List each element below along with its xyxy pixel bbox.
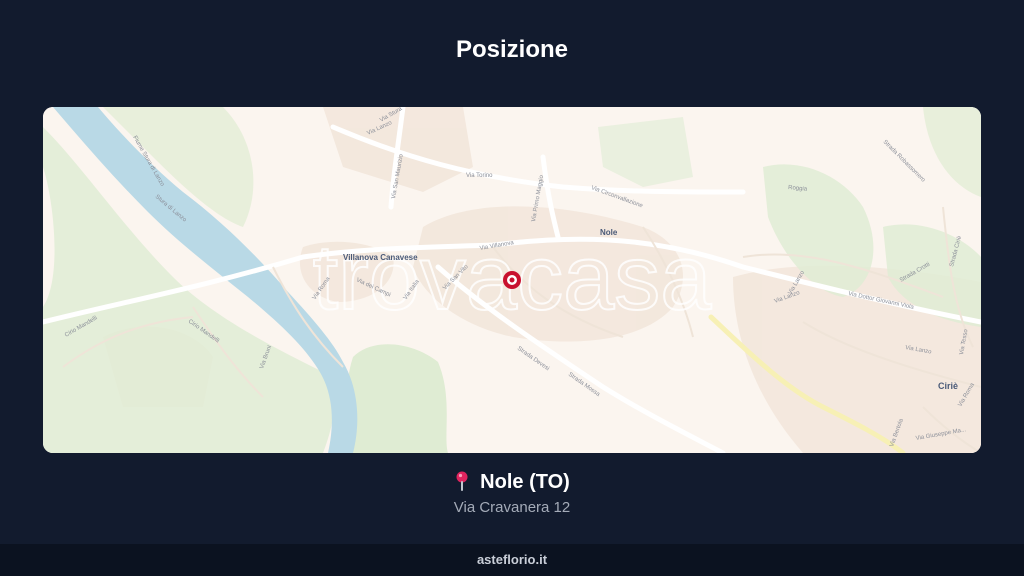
map-view[interactable]: trovacasa Villanova Canavese Nole Ciriè … <box>43 107 981 453</box>
page-title: Posizione <box>455 36 569 63</box>
location-city: Nole (TO) <box>0 471 1024 497</box>
place-label-cirie: Ciriè <box>938 381 958 391</box>
footer-brand-link[interactable]: asteflorio.it <box>477 552 547 567</box>
street-label: Via Torino <box>466 173 493 179</box>
place-label-nole: Nole <box>600 228 618 237</box>
map-marker-icon[interactable] <box>503 271 521 289</box>
place-label-villanova: Villanova Canavese <box>343 253 418 262</box>
address-label: Via Cravanera 12 <box>453 499 571 516</box>
pushpin-icon <box>454 471 470 497</box>
city-label: Nole (TO) <box>480 471 570 493</box>
footer: asteflorio.it <box>0 544 1024 576</box>
